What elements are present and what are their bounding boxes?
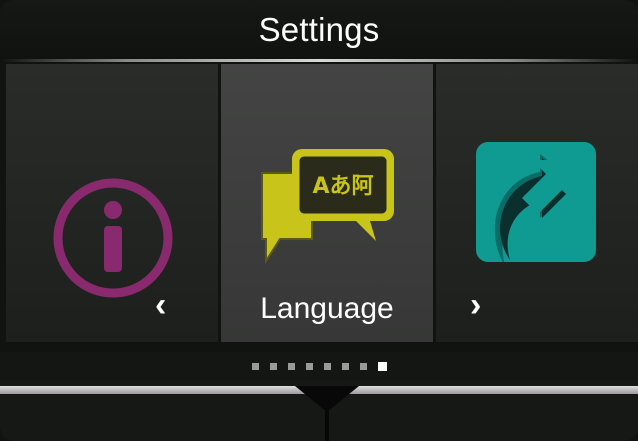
previous-arrow-icon[interactable]: ‹ [155,288,166,322]
info-icon [53,178,173,298]
page-indicator [0,352,638,380]
carousel-item-next[interactable] [436,64,638,342]
page-dot [323,362,331,370]
page-dot-active [377,361,387,371]
page-dot [305,362,313,370]
title-bar: Settings [0,0,638,62]
language-icon: Aあ阿 [261,149,394,265]
selection-pointer [295,386,359,412]
title-divider [0,59,638,62]
page-title: Settings [258,11,380,48]
carousel-item-language[interactable]: Aあ阿 Language [221,64,433,342]
page-dot [359,362,367,370]
page-dot [287,362,295,370]
page-dot [251,362,259,370]
language-glyphs: Aあ阿 [312,174,373,199]
share-arrow-icon [476,142,596,262]
next-arrow-icon[interactable]: › [470,288,481,322]
page-dot [269,362,277,370]
carousel-item-label: Language [260,292,394,325]
settings-screen: Settings Aあ阿 Language ‹ › [0,0,638,441]
carousel-item-info[interactable] [6,64,218,342]
page-dot [341,362,349,370]
